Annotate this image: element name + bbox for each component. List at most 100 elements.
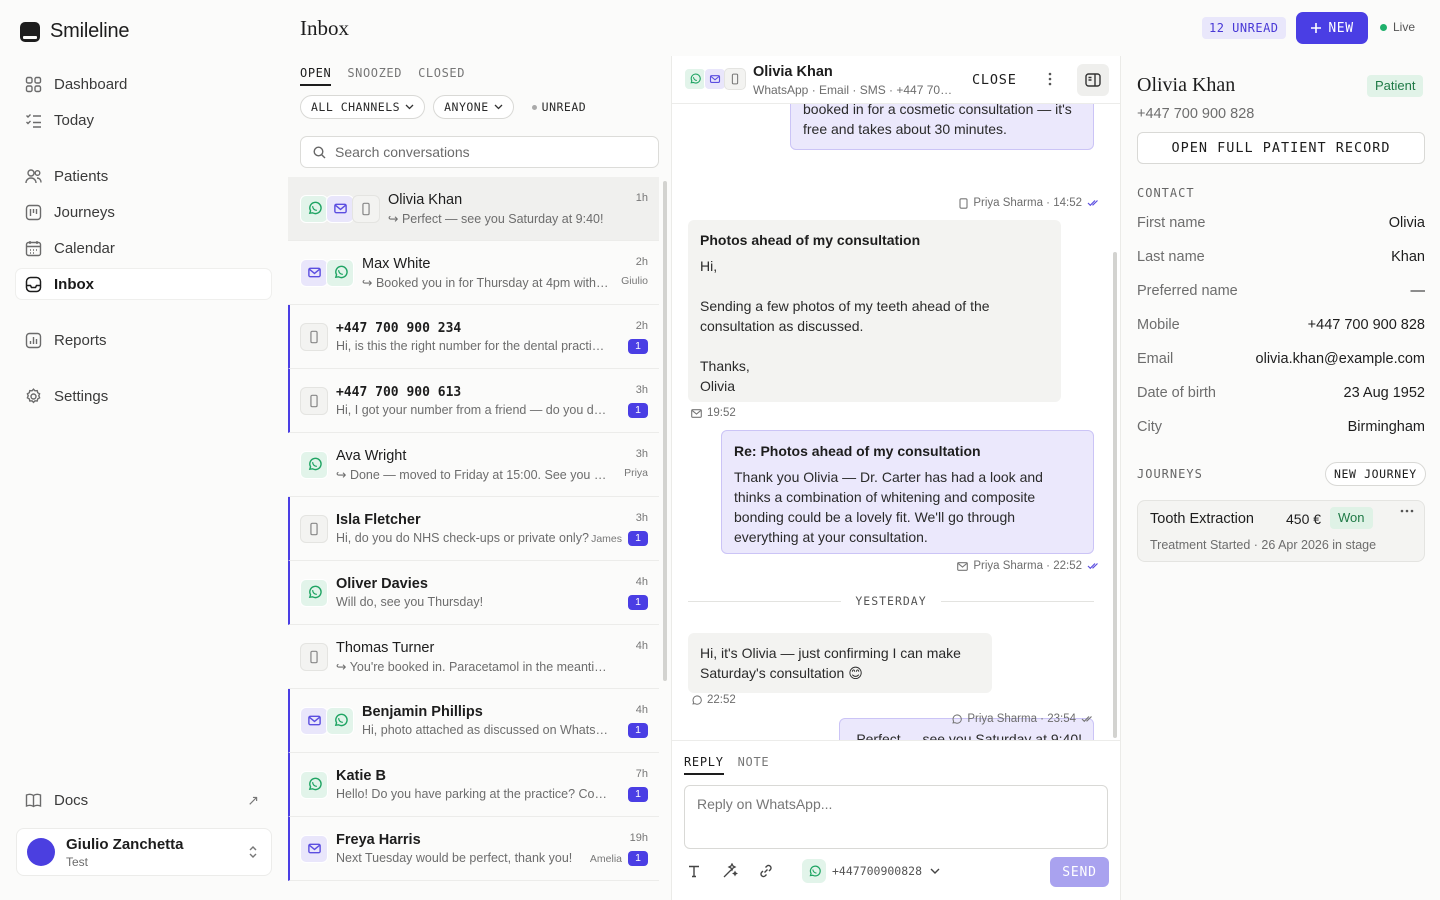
page-title: Inbox [300, 16, 349, 40]
reply-input[interactable] [684, 785, 1108, 849]
nav-label: Docs [54, 791, 89, 809]
tab-note[interactable]: NOTE [738, 755, 770, 775]
phone-icon [352, 194, 380, 223]
conversation-row[interactable]: Isla Fletcher Hi, do you do NHS check-up… [288, 497, 659, 561]
assigned-agent: Giulio [621, 275, 648, 287]
email-icon [300, 258, 328, 287]
contact-field[interactable]: Last name Khan [1137, 249, 1425, 265]
more-options-icon[interactable] [1048, 72, 1052, 86]
conversation-row[interactable]: Benjamin Phillips Hi, photo attached as … [288, 689, 659, 753]
conversation-row[interactable]: Olivia Khan ↪ Perfect — see you Saturday… [288, 177, 659, 241]
tab-snoozed[interactable]: SNOOZED [347, 66, 402, 86]
text-format-icon[interactable] [684, 861, 704, 881]
channel-icons [300, 770, 328, 799]
reply-channel-selector[interactable]: +447700900828 [802, 859, 940, 883]
unread-filter-toggle[interactable]: UNREAD [522, 95, 597, 119]
magic-wand-icon[interactable] [720, 861, 740, 881]
conversation-time: 2h [635, 256, 648, 268]
whatsapp-icon [684, 68, 706, 90]
nav-item-dashboard[interactable]: Dashboard [16, 69, 271, 99]
nav-item-docs[interactable]: Docs ↗ [16, 785, 271, 815]
list-scrollbar[interactable] [663, 181, 667, 681]
field-value: 23 Aug 1952 [1343, 385, 1425, 401]
conversation-row[interactable]: Thomas Turner ↪ You're booked in. Parace… [288, 625, 659, 689]
close-conversation-button[interactable]: CLOSE [972, 72, 1017, 88]
whatsapp-small-icon [951, 714, 963, 725]
nav-item-calendar[interactable]: Calendar [16, 233, 271, 263]
conversation-row[interactable]: +447 700 900 613 Hi, I got your number f… [288, 369, 659, 433]
nav-item-journeys[interactable]: Journeys [16, 197, 271, 227]
conversation-row[interactable]: +447 700 900 234 Hi, is this the right n… [288, 305, 659, 369]
nav-item-patients[interactable]: Patients [16, 161, 271, 191]
users-icon [25, 168, 42, 185]
nav-item-inbox[interactable]: Inbox [16, 269, 271, 299]
unread-count-badge[interactable]: 12 UNREAD [1202, 17, 1286, 39]
chevron-down-icon [405, 104, 414, 110]
message-subject: Re: Photos ahead of my consultation [734, 443, 981, 459]
toggle-panel-button[interactable] [1077, 64, 1109, 96]
conversation-time: 19h [629, 832, 648, 844]
channel-icons [300, 386, 328, 415]
send-button[interactable]: SEND [1050, 857, 1109, 887]
conversation-row[interactable]: Katie B Hello! Do you have parking at th… [288, 753, 659, 817]
channel-filter[interactable]: ALL CHANNELS [300, 95, 426, 119]
tab-closed[interactable]: CLOSED [418, 66, 465, 86]
message-text: Hi, it's Olivia — just confirming I can … [700, 645, 961, 681]
double-check-icon [1087, 562, 1099, 570]
conversation-name: Isla Fletcher [336, 512, 421, 528]
new-conversation-button[interactable]: NEW [1296, 12, 1368, 44]
brand[interactable]: Smileline [20, 20, 130, 43]
search-input[interactable] [335, 144, 635, 160]
thread-scrollbar[interactable] [1113, 252, 1117, 738]
more-horizontal-icon[interactable] [1400, 509, 1414, 513]
user-switcher[interactable]: Giulio Zanchetta Test [16, 828, 272, 876]
journey-amount: 450 € [1286, 511, 1322, 527]
phone-icon [300, 642, 328, 671]
double-check-icon [1087, 199, 1099, 207]
toggle-dot-icon [531, 104, 537, 110]
contact-heading: CONTACT [1137, 186, 1195, 200]
chart-icon [25, 332, 42, 349]
contact-field[interactable]: Preferred name — [1137, 283, 1425, 299]
chevron-down-icon [494, 104, 503, 110]
contact-field[interactable]: Date of birth 23 Aug 1952 [1137, 385, 1425, 401]
contact-field[interactable]: Mobile +447 700 900 828 [1137, 317, 1425, 333]
conversation-row[interactable]: Ava Wright ↪ Done — moved to Friday at 1… [288, 433, 659, 497]
inbox-icon [25, 276, 42, 293]
conversation-row[interactable]: Freya Harris Next Tuesday would be perfe… [288, 817, 659, 881]
conversation-row[interactable]: Max White ↪ Booked you in for Thursday a… [288, 241, 659, 305]
contact-field[interactable]: Email olivia.khan@example.com [1137, 351, 1425, 367]
open-patient-record-button[interactable]: OPEN FULL PATIENT RECORD [1137, 132, 1425, 164]
journey-card[interactable]: Tooth Extraction 450 € Won Treatment Sta… [1137, 500, 1425, 562]
conversation-time: 4h [635, 704, 648, 716]
conversation-time: 4h [635, 640, 648, 652]
assigned-agent: Amelia [589, 852, 622, 865]
email-small-icon [957, 561, 969, 571]
nav-label: Reports [54, 331, 107, 349]
message-meta: Priya Sharma · 23:54 [951, 713, 1093, 725]
nav-item-settings[interactable]: Settings [16, 381, 271, 411]
attachment-icon[interactable] [756, 861, 776, 881]
contact-field[interactable]: First name Olivia [1137, 215, 1425, 231]
unread-count-badge: 1 [628, 339, 648, 354]
assignee-filter[interactable]: ANYONE [433, 95, 514, 119]
tab-reply[interactable]: REPLY [684, 755, 724, 775]
sidebar: Smileline Dashboard Today Patients Journ… [0, 0, 288, 900]
conversation-meta: Giulio [621, 275, 648, 287]
nav-item-reports[interactable]: Reports [16, 325, 271, 355]
field-value: +447 700 900 828 [1307, 317, 1425, 333]
whatsapp-icon [326, 706, 354, 735]
new-journey-button[interactable]: NEW JOURNEY [1325, 462, 1426, 486]
nav-label: Inbox [54, 275, 94, 293]
conversation-name: +447 700 900 613 [336, 384, 462, 400]
nav-item-today[interactable]: Today [16, 105, 271, 135]
conversation-preview: ↪ Done — moved to Friday at 15:00. See y… [336, 467, 609, 482]
channel-icons [300, 514, 328, 543]
tab-open[interactable]: OPEN [300, 66, 332, 86]
contact-field[interactable]: City Birmingham [1137, 419, 1425, 435]
conversation-preview: ↪ Booked you in for Thursday at 4pm with… [362, 275, 609, 290]
conversation-row[interactable]: Oliver Davies Will do, see you Thursday!… [288, 561, 659, 625]
whatsapp-icon [300, 770, 328, 799]
channel-icons [300, 642, 328, 671]
conversation-time: 2h [635, 320, 648, 332]
